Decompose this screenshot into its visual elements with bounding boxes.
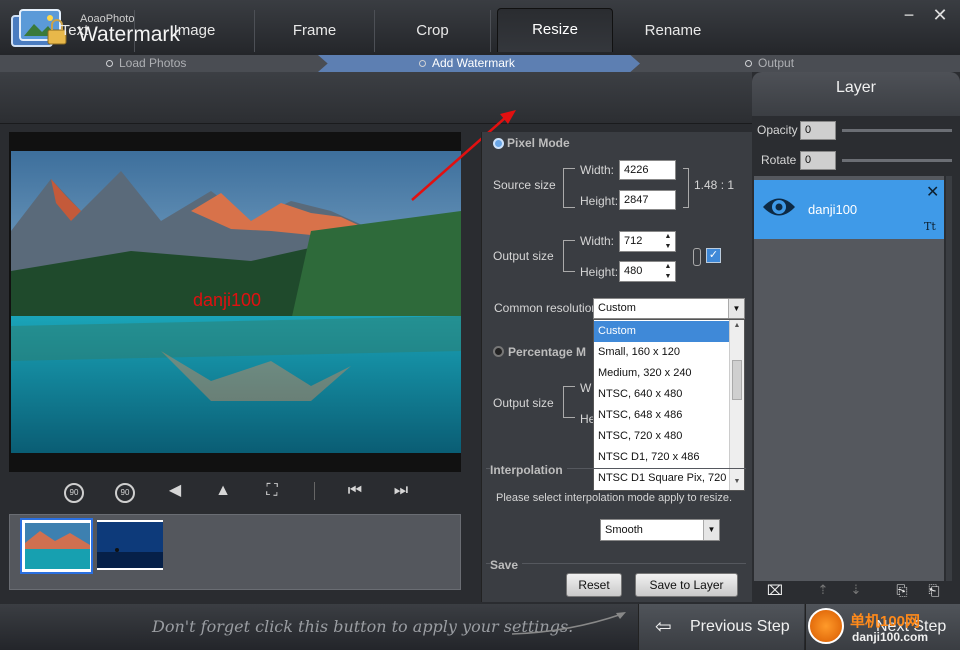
thumbnail[interactable] bbox=[97, 520, 163, 570]
move-layer-up-icon[interactable]: ⇡ bbox=[813, 582, 833, 600]
dropdown-option[interactable]: NTSC, 720 x 480 bbox=[594, 426, 730, 447]
text-layer-icon: Tt bbox=[924, 220, 936, 233]
dropdown-option[interactable]: NTSC D1, 720 x 486 bbox=[594, 447, 730, 468]
bracket bbox=[563, 240, 575, 272]
layer-item[interactable]: danji100 ✕ Tt bbox=[754, 180, 944, 239]
divider bbox=[486, 563, 746, 564]
previous-step-label: Previous Step bbox=[690, 618, 790, 635]
chevron-down-icon[interactable]: ▼ bbox=[728, 299, 744, 318]
arrow-left-icon: ⇦ bbox=[655, 616, 672, 638]
close-icon[interactable]: ✕ bbox=[926, 182, 939, 202]
thumbnail-selected[interactable] bbox=[20, 518, 93, 574]
dropdown-scrollbar[interactable]: ▲ ▼ bbox=[729, 320, 744, 490]
opacity-label: Opacity bbox=[757, 123, 798, 137]
bracket bbox=[563, 386, 575, 418]
output-height-label: Height: bbox=[580, 265, 619, 279]
output-size-label: Output size bbox=[493, 249, 554, 263]
dropdown-option[interactable]: NTSC, 648 x 486 bbox=[594, 405, 730, 426]
dropdown-option[interactable]: NTSC D1 Square Pix, 720 x bbox=[594, 468, 730, 489]
delete-layer-icon[interactable]: ⌧ bbox=[765, 582, 785, 600]
save-to-layer-button[interactable]: Save to Layer bbox=[635, 573, 738, 597]
import-layer-icon[interactable]: ⎘ bbox=[892, 582, 912, 600]
dropdown-option[interactable]: NTSC, 640 x 480 bbox=[594, 384, 730, 405]
eye-icon[interactable] bbox=[762, 194, 796, 223]
source-height-field[interactable]: 2847 bbox=[619, 190, 676, 210]
opacity-slider[interactable] bbox=[842, 129, 952, 132]
rotate-value: 0 bbox=[805, 154, 812, 166]
output-width-stepper[interactable]: 712 ▲ ▼ bbox=[619, 231, 676, 252]
percentage-mode-radio[interactable] bbox=[493, 346, 504, 357]
common-resolution-select[interactable]: Custom ▼ bbox=[593, 298, 745, 319]
common-resolution-label: Common resolution bbox=[494, 301, 599, 315]
rotate-left-90-icon[interactable]: 90 bbox=[62, 480, 86, 503]
previous-step-button[interactable]: ⇦ Previous Step bbox=[638, 604, 804, 650]
layer-list-scrollbar[interactable] bbox=[946, 176, 952, 581]
rotate-label: Rotate bbox=[761, 153, 797, 167]
source-width-label: Width: bbox=[580, 163, 615, 177]
pixel-mode-title: Pixel Mode bbox=[507, 136, 570, 150]
source-size-label: Source size bbox=[493, 178, 556, 192]
site-watermark-url: danji100.com bbox=[852, 630, 929, 644]
dropdown-option[interactable]: Small, 160 x 120 bbox=[594, 342, 730, 363]
scrollbar-thumb[interactable] bbox=[732, 360, 742, 400]
aspect-ratio: 1.48 : 1 bbox=[694, 178, 735, 192]
chevron-up-icon[interactable]: ▲ bbox=[662, 262, 674, 271]
chain-link-icon[interactable] bbox=[693, 248, 701, 266]
chevron-up-icon[interactable]: ▲ bbox=[662, 232, 674, 241]
layer-item-name: danji100 bbox=[808, 202, 858, 217]
interpolation-value: Smooth bbox=[605, 524, 643, 536]
flip-vertical-icon[interactable]: ◀ bbox=[163, 480, 187, 502]
common-resolution-value: Custom bbox=[598, 302, 636, 314]
keep-ratio-checkbox[interactable]: ✓ bbox=[706, 248, 721, 263]
bracket bbox=[683, 168, 689, 208]
interpolation-hint: Please select interpolation mode apply t… bbox=[496, 492, 733, 504]
output-width-label: Width: bbox=[580, 234, 615, 248]
flip-horizontal-icon[interactable]: ▲ bbox=[211, 480, 235, 502]
output-height-stepper[interactable]: 480 ▲ ▼ bbox=[619, 261, 676, 282]
opacity-value: 0 bbox=[805, 124, 812, 136]
site-logo-icon bbox=[808, 608, 844, 644]
chevron-down-icon[interactable]: ▼ bbox=[703, 520, 719, 540]
next-photo-icon[interactable]: ⏭ bbox=[389, 480, 413, 502]
export-layer-icon[interactable]: ⎗ bbox=[924, 582, 944, 600]
fit-screen-icon[interactable]: ⛶ bbox=[260, 480, 284, 502]
dropdown-option[interactable]: Custom bbox=[594, 321, 730, 342]
pixel-mode-radio[interactable] bbox=[493, 138, 504, 149]
dropdown-option[interactable]: Medium, 320 x 240 bbox=[594, 363, 730, 384]
previous-photo-icon[interactable]: ⏮ bbox=[343, 480, 367, 502]
percentage-width-label: W bbox=[580, 381, 592, 395]
interpolation-title: Interpolation bbox=[490, 463, 567, 477]
resolution-dropdown-list: Custom Small, 160 x 120 Medium, 320 x 24… bbox=[593, 319, 745, 491]
bracket bbox=[563, 168, 575, 208]
chevron-down-icon[interactable]: ▼ bbox=[732, 478, 742, 488]
layer-panel-title: Layer bbox=[752, 72, 960, 116]
chevron-up-icon[interactable]: ▲ bbox=[732, 322, 742, 332]
output-height-value: 480 bbox=[624, 265, 643, 277]
rotate-right-90-icon[interactable]: 90 bbox=[113, 480, 137, 503]
chevron-down-icon[interactable]: ▼ bbox=[662, 272, 674, 281]
source-height-label: Height: bbox=[580, 194, 619, 208]
opacity-stepper[interactable]: 0 bbox=[800, 121, 836, 140]
percentage-mode-title: Percentage M bbox=[508, 345, 587, 359]
move-layer-down-icon[interactable]: ⇣ bbox=[846, 582, 866, 600]
reset-button[interactable]: Reset bbox=[566, 573, 622, 597]
toolbar-divider bbox=[314, 482, 315, 500]
chevron-down-icon[interactable]: ▼ bbox=[662, 242, 674, 251]
output-width-value: 712 bbox=[624, 235, 643, 247]
interpolation-select[interactable]: Smooth ▼ bbox=[600, 519, 720, 541]
percentage-output-label: Output size bbox=[493, 396, 554, 410]
rotate-stepper[interactable]: 0 bbox=[800, 151, 836, 170]
rotate-slider[interactable] bbox=[842, 159, 952, 162]
save-title: Save bbox=[490, 558, 523, 572]
hint-curve-arrow bbox=[511, 612, 626, 635]
site-watermark-text: 单机100网 bbox=[850, 613, 921, 630]
source-width-field[interactable]: 4226 bbox=[619, 160, 676, 180]
